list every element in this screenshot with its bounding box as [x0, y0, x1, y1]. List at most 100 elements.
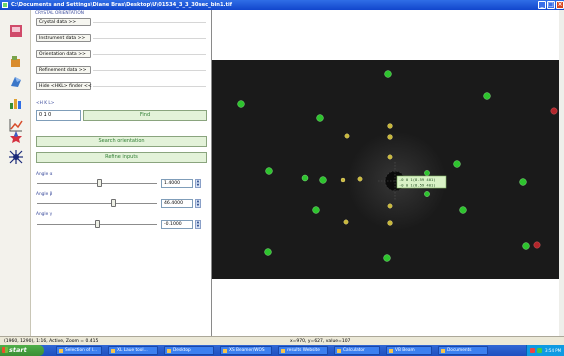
annotation-line-1: -0 0 1(8.59 401) — [399, 177, 436, 182]
diffraction-image[interactable]: -0 0 1(8.59 401) -0 0 1(8.59 401) — [212, 60, 564, 279]
taskbar-item-label: Calculator — [343, 348, 365, 353]
status-image-info: (1960, 1290), 1:16, Active, Zoom = 0.415 — [4, 339, 99, 344]
laue-spot — [319, 176, 327, 184]
folder-icon — [167, 348, 171, 353]
laue-spot — [301, 174, 309, 182]
laue-spot — [424, 191, 430, 197]
left-toolbar — [0, 10, 31, 336]
crystal-data-button[interactable]: Crystal data >> — [36, 18, 91, 26]
laue-spot — [264, 248, 272, 256]
clock: 3:54 PM — [545, 348, 562, 353]
laue-spot — [357, 176, 363, 182]
taskbar-item[interactable]: XS Beamer/WOS — [220, 346, 272, 355]
taskbar-item[interactable]: results Website — [278, 346, 328, 355]
laue-spot — [384, 70, 392, 78]
laue-spot — [387, 220, 393, 226]
laue-spot — [519, 178, 527, 186]
angle-beta-slider[interactable] — [37, 203, 157, 204]
taskbar-item-label: VB Beam — [395, 348, 415, 353]
laue-pattern: -0 0 1(8.59 401) -0 0 1(8.59 401) — [212, 60, 564, 279]
start-button[interactable]: start — [0, 345, 44, 356]
taskbar-item-label: Selection of I... — [65, 348, 98, 353]
laue-spot — [533, 241, 541, 249]
taskbar-item[interactable]: Desktop — [164, 346, 214, 355]
image-canvas-area: -0 0 1(8.59 401) -0 0 1(8.59 401) — [212, 10, 564, 336]
tray-icon[interactable] — [530, 348, 535, 353]
calculator-icon — [337, 348, 341, 353]
refinement-data-button[interactable]: Refinement data >> — [36, 66, 91, 74]
taskbar-item-label: Documents — [447, 348, 472, 353]
laue-spot — [459, 206, 467, 214]
search-orientation-button[interactable]: Search orientation — [36, 136, 207, 147]
taskbar-item[interactable]: Documents — [438, 346, 488, 355]
instrument-data-button[interactable]: Instrument data >> — [36, 34, 91, 42]
angle-alpha-spinner[interactable]: ▲ ▼ — [195, 179, 201, 188]
angle-gamma-thumb[interactable] — [94, 220, 100, 228]
laue-spot — [483, 92, 491, 100]
angle-beta-label: Angle β — [36, 192, 53, 197]
laue-spot — [343, 219, 349, 225]
window-icon — [223, 348, 227, 353]
laue-spot — [340, 177, 346, 183]
find-button[interactable]: Find — [83, 110, 207, 121]
refine-inputs-button[interactable]: Refine inputs — [36, 152, 207, 163]
divider — [93, 86, 206, 87]
orientation-data-button[interactable]: Orientation data >> — [36, 50, 91, 58]
taskbar-item-label: results Website — [287, 348, 320, 353]
windows-flag-icon — [2, 347, 8, 353]
divider — [93, 22, 206, 23]
angle-alpha-label: Angle α — [36, 172, 53, 177]
laue-spot — [424, 170, 430, 176]
hkl-input[interactable]: 0 1 0 — [36, 110, 81, 121]
crystal-icon[interactable] — [9, 74, 23, 88]
taskbar-item-label: XS Beamer/WOS — [229, 348, 265, 353]
image-icon[interactable] — [9, 24, 23, 38]
vertical-scrollbar[interactable] — [559, 10, 564, 336]
angle-beta-spinner[interactable]: ▲ ▼ — [195, 199, 201, 208]
angle-alpha-value[interactable]: 1.4000 — [161, 179, 193, 188]
maximize-button[interactable]: □ — [547, 1, 555, 9]
angle-gamma-value[interactable]: -0.1000 — [161, 220, 193, 229]
tray-icon[interactable] — [537, 348, 542, 353]
flask-icon[interactable] — [9, 54, 23, 68]
taskbar-item[interactable]: VB Beam — [386, 346, 432, 355]
spider-icon[interactable] — [9, 150, 23, 164]
browser-icon — [281, 348, 285, 353]
hide-hkl-finder-button[interactable]: Hide <HKL> finder << — [36, 82, 92, 90]
taskbar: start Selection of I... XL Laue tool... … — [0, 345, 564, 356]
close-button[interactable]: × — [556, 1, 564, 9]
app-icon — [2, 2, 8, 8]
group-title: CRYSTAL ORIENTATION — [35, 11, 85, 16]
index-annotation: -0 0 1(8.59 401) -0 0 1(8.59 401) — [396, 175, 447, 189]
angle-alpha-thumb[interactable] — [96, 179, 102, 187]
laue-spot — [383, 254, 391, 262]
angle-gamma-spinner[interactable]: ▲ ▼ — [195, 220, 201, 229]
status-cursor-info: x=970, y=627, value=107 — [290, 339, 351, 344]
laue-spot — [453, 160, 461, 168]
taskbar-item[interactable]: XL Laue tool... — [108, 346, 158, 355]
angle-beta-value[interactable]: 46.4000 — [161, 199, 193, 208]
laue-spot — [522, 242, 530, 250]
start-label: start — [9, 346, 27, 354]
laue-spot — [316, 114, 324, 122]
taskbar-item[interactable]: Calculator — [334, 346, 380, 355]
star-icon[interactable] — [9, 130, 23, 144]
laue-spot — [387, 203, 393, 209]
angle-gamma-label: Angle γ — [36, 212, 53, 217]
title-bar: C:\Documents and Settings\Diane Bras\Des… — [0, 0, 564, 10]
crystal-orientation-panel: CRYSTAL ORIENTATION Crystal data >> Inst… — [31, 10, 212, 336]
divider — [93, 38, 206, 39]
minimize-button[interactable]: _ — [538, 1, 546, 9]
system-tray: 3:54 PM — [526, 345, 564, 356]
laue-spot — [237, 100, 245, 108]
taskbar-item-label: XL Laue tool... — [117, 348, 148, 353]
laue-spot — [550, 107, 558, 115]
window-icon — [389, 348, 393, 353]
folder-icon — [441, 348, 445, 353]
divider — [93, 54, 206, 55]
bar-chart-icon[interactable] — [9, 96, 23, 110]
angle-beta-thumb[interactable] — [111, 199, 117, 207]
laue-spot — [387, 134, 393, 140]
taskbar-item[interactable]: Selection of I... — [56, 346, 102, 355]
window-icon — [59, 348, 63, 353]
